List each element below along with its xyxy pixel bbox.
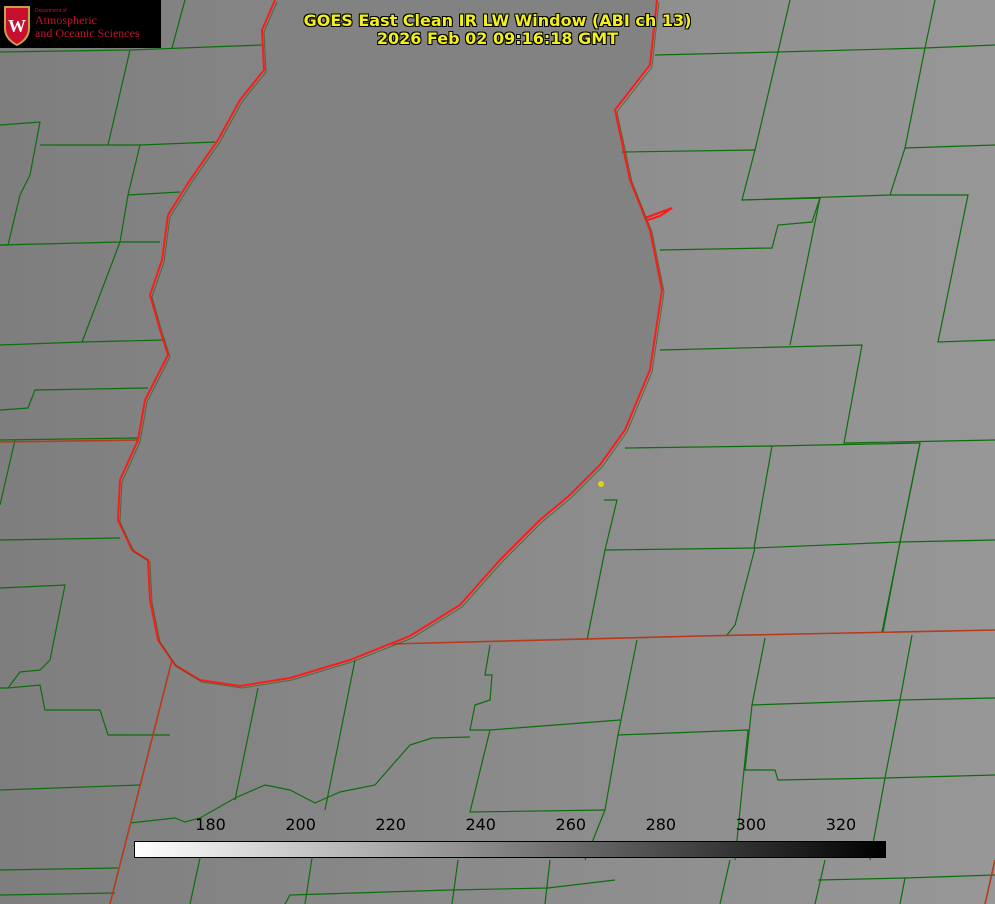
station-marker: [598, 481, 604, 487]
image-title: GOES East Clean IR LW Window (ABI ch 13): [303, 11, 692, 30]
colorbar-tick-label: 260: [555, 815, 587, 834]
colorbar-tick-label: 300: [735, 815, 767, 834]
colorbar-tick-label: 180: [195, 815, 226, 834]
colorbar-tick-label: 320: [825, 815, 857, 834]
image-timestamp: 2026 Feb 02 09:16:18 GMT: [376, 29, 619, 48]
satellite-view: W Department of Atmospheric and Oceanic …: [0, 0, 995, 904]
colorbar-tick-label: 240: [465, 815, 496, 834]
colorbar: [134, 841, 886, 858]
ir-map: [0, 0, 995, 904]
colorbar-tick-label: 220: [375, 815, 406, 834]
colorbar-tick-label: 200: [285, 815, 316, 834]
colorbar-tick-label: 280: [645, 815, 677, 834]
